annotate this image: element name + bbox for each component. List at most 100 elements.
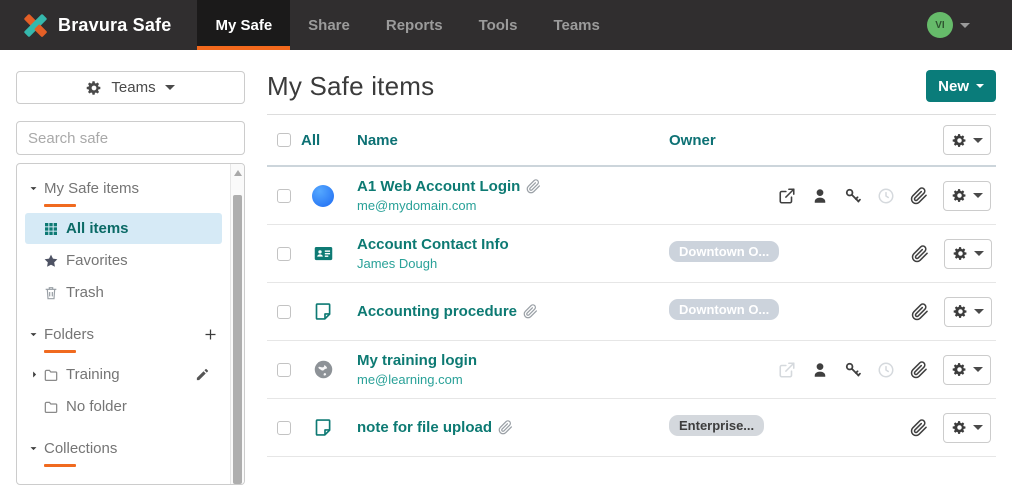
- item-name-link[interactable]: note for file upload: [357, 419, 513, 436]
- row-actions: [778, 180, 996, 211]
- sidebar-scrollbar[interactable]: [230, 164, 244, 484]
- chevron-down-icon: [976, 84, 984, 88]
- gear-icon: [86, 80, 102, 96]
- sidebar-item-no-folder[interactable]: No folder: [25, 391, 222, 422]
- main-layout: Teams My Safe items All items Favorites Tra…: [0, 50, 1012, 485]
- plus-icon[interactable]: [203, 327, 218, 342]
- tree-group-header-my-safe-items[interactable]: My Safe items: [17, 176, 228, 200]
- new-button[interactable]: New: [926, 70, 996, 102]
- paperclip-icon: [498, 420, 513, 435]
- search-input[interactable]: [16, 121, 245, 155]
- chevron-down-icon: [972, 193, 983, 198]
- person-icon[interactable]: [811, 361, 829, 379]
- clock-icon: [877, 187, 895, 205]
- column-header-owner: Owner: [669, 131, 716, 149]
- paperclip-icon[interactable]: [910, 186, 928, 205]
- nav-item-reports[interactable]: Reports: [368, 0, 461, 50]
- primary-nav: My Safe Share Reports Tools Teams: [197, 0, 617, 50]
- item-subtitle: James Dough: [357, 256, 438, 271]
- row-options-button[interactable]: [944, 296, 992, 327]
- page-title: My Safe items: [267, 70, 435, 101]
- sidebar-item-all-items[interactable]: All items: [25, 213, 222, 244]
- owner-badge: Downtown O...: [669, 298, 779, 320]
- row-checkbox[interactable]: [277, 246, 291, 261]
- table-options-button[interactable]: [943, 125, 991, 155]
- content-header: My Safe items New: [267, 50, 996, 102]
- top-navbar: Bravura Safe My Safe Share Reports Tools Tea…: [0, 0, 1012, 50]
- paperclip-icon: [526, 179, 541, 194]
- gear-icon: [953, 304, 968, 319]
- row-checkbox[interactable]: [277, 420, 291, 435]
- chevron-down-icon: [972, 425, 983, 430]
- key-icon[interactable]: [844, 361, 862, 379]
- nav-item-my-safe[interactable]: My Safe: [197, 0, 291, 50]
- brand[interactable]: Bravura Safe: [0, 0, 197, 50]
- nav-item-share[interactable]: Share: [290, 0, 368, 50]
- item-name-link[interactable]: A1 Web Account Login: [357, 178, 541, 195]
- account-menu[interactable]: VI: [927, 0, 1012, 50]
- sidebar-item-label: Training: [66, 366, 120, 383]
- paperclip-icon[interactable]: [911, 244, 929, 263]
- item-name-link[interactable]: Accounting procedure: [357, 303, 538, 320]
- sidebar-item-training[interactable]: Training: [25, 359, 222, 390]
- item-name-cell: My training login me@learning.com: [357, 352, 669, 387]
- select-all-checkbox[interactable]: [277, 133, 291, 147]
- sidebar-item-trash[interactable]: Trash: [25, 277, 222, 308]
- teams-selector-button[interactable]: Teams: [16, 71, 245, 104]
- folder-icon: [43, 399, 59, 415]
- gear-icon: [952, 362, 967, 377]
- app-root: Bravura Safe My Safe Share Reports Tools Tea…: [0, 0, 1012, 485]
- section-underline: [44, 204, 76, 207]
- sidebar-item-favorites[interactable]: Favorites: [25, 245, 222, 276]
- row-options-button[interactable]: [943, 180, 991, 211]
- scrollbar-thumb[interactable]: [233, 195, 242, 484]
- item-name-text: A1 Web Account Login: [357, 178, 521, 195]
- gear-icon: [952, 420, 967, 435]
- content: My Safe items New All Name Owner A1 Web …: [267, 50, 996, 480]
- row-checkbox[interactable]: [277, 188, 291, 203]
- row-options-button[interactable]: [944, 238, 992, 269]
- item-subtitle: me@mydomain.com: [357, 198, 477, 213]
- tree-group-header-collections[interactable]: Collections: [17, 436, 228, 460]
- chevron-down-icon: [973, 251, 984, 256]
- section-underline: [44, 350, 76, 353]
- nav-item-teams[interactable]: Teams: [535, 0, 617, 50]
- item-type-cell: [301, 243, 345, 264]
- gear-icon: [952, 188, 967, 203]
- item-name-link[interactable]: My training login: [357, 352, 477, 369]
- person-icon[interactable]: [811, 187, 829, 205]
- bravura-logo-icon: [22, 12, 49, 39]
- avatar[interactable]: VI: [927, 12, 953, 38]
- chevron-down-icon: [972, 137, 983, 143]
- item-type-cell: [301, 359, 345, 380]
- row-checkbox[interactable]: [277, 304, 291, 319]
- key-icon[interactable]: [844, 187, 862, 205]
- table-row: note for file upload Enterprise...: [267, 399, 996, 457]
- external-link-icon[interactable]: [778, 187, 796, 205]
- sidebar-tree: My Safe items All items Favorites Trash Fold…: [17, 164, 244, 467]
- caret-down-icon: [26, 183, 40, 194]
- sidebar-item-label: Trash: [66, 284, 104, 301]
- table-row: A1 Web Account Login me@mydomain.com: [267, 167, 996, 225]
- row-checkbox[interactable]: [277, 362, 291, 377]
- sidebar-item-label: Favorites: [66, 252, 128, 269]
- paperclip-icon[interactable]: [910, 360, 928, 379]
- sidebar-item-label: All items: [66, 220, 129, 237]
- item-name-text: Accounting procedure: [357, 303, 518, 320]
- pencil-icon[interactable]: [195, 367, 210, 382]
- item-name-cell: Account Contact Info James Dough: [357, 236, 669, 271]
- caret-right-icon[interactable]: [27, 369, 41, 380]
- nav-item-tools[interactable]: Tools: [461, 0, 536, 50]
- item-name-link[interactable]: Account Contact Info: [357, 236, 509, 253]
- grid-icon: [43, 221, 59, 237]
- row-options-button[interactable]: [943, 354, 991, 385]
- row-actions: [778, 412, 996, 443]
- tree-group-header-folders[interactable]: Folders: [17, 322, 228, 346]
- item-name-cell: Accounting procedure: [357, 303, 669, 320]
- scroll-up-arrow-icon[interactable]: [233, 170, 242, 176]
- paperclip-icon[interactable]: [911, 302, 929, 321]
- row-actions: [779, 296, 997, 327]
- paperclip-icon[interactable]: [910, 418, 928, 437]
- row-options-button[interactable]: [943, 412, 991, 443]
- item-name-cell: note for file upload: [357, 419, 669, 436]
